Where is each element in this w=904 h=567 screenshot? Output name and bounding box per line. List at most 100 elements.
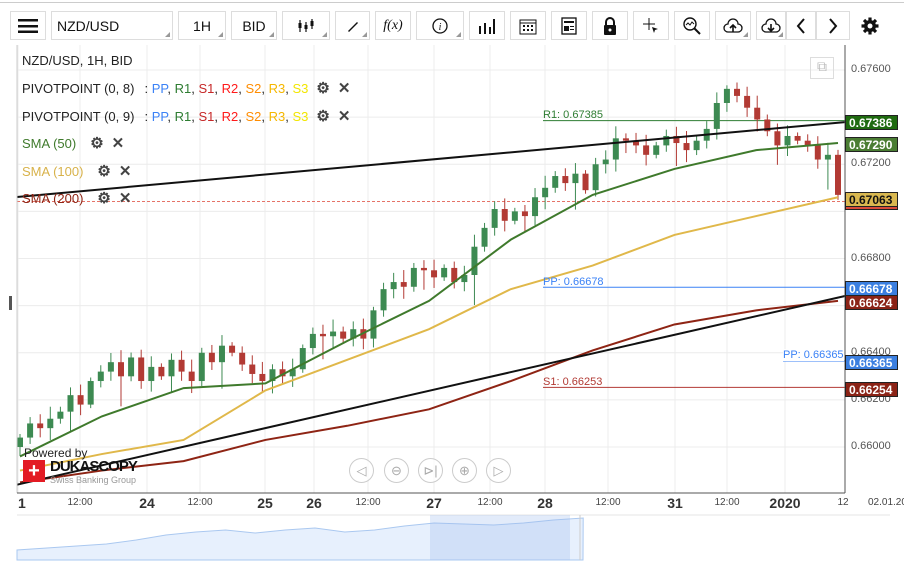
pivot-item-r3: R3 <box>268 108 286 124</box>
nav-forward-button[interactable]: ▷ <box>486 458 511 483</box>
candle-body <box>511 211 518 221</box>
dukascopy-logo: DUKASCOPY <box>50 458 138 475</box>
pp-level-label-2: PP: 0.66365 <box>783 349 844 361</box>
y-tick-label: 0.67600 <box>851 63 891 75</box>
price-label-sma50: 0.67290 <box>845 137 898 152</box>
popout-icon[interactable]: ⧉ <box>810 57 834 79</box>
chart-title: NZD/USD, 1H, BID <box>22 53 133 68</box>
candle-body <box>117 362 124 377</box>
candle-body <box>794 135 801 141</box>
pivot-item-s1: S1 <box>198 80 215 96</box>
candle-body <box>188 371 195 382</box>
candle-body <box>612 138 619 160</box>
candle-body <box>67 395 74 412</box>
pivot-item-r1: R1 <box>174 80 192 96</box>
candle-body <box>420 267 427 271</box>
zoom-out-button[interactable]: ⊖ <box>384 458 409 483</box>
legend-pivot-1: PIVOTPOINT (0, 8) : PP, R1, S1, R2, S2, R… <box>22 79 350 97</box>
candle-body <box>47 418 54 429</box>
skip-end-icon: ⊳| <box>423 462 438 478</box>
candle-body <box>622 138 629 141</box>
price-label-sma100: 0.67063 <box>845 192 898 207</box>
candle-body <box>128 357 135 377</box>
candle-body <box>835 154 841 195</box>
x-tick-label: 02.01.2020 <box>868 497 904 508</box>
x-tick-label: 2020 <box>769 495 801 511</box>
candle-body <box>249 364 256 374</box>
candle-body <box>713 102 720 129</box>
pivot-item-s1: S1 <box>198 108 215 124</box>
pivot-2-items: : PP, R1, S1, R2, S2, R3, S3 <box>144 108 309 124</box>
sma50-label: SMA (50) <box>22 135 77 151</box>
candle-body <box>532 197 539 217</box>
go-to-end-button[interactable]: ⊳| <box>418 458 443 483</box>
navigator-window <box>430 515 570 560</box>
zoom-in-button[interactable]: ⊕ <box>452 458 477 483</box>
x-tick-label: 12:00 <box>67 497 93 508</box>
candle-body <box>390 282 397 290</box>
triangle-right-icon: ▷ <box>493 462 504 478</box>
pivot-2-label: PIVOTPOINT (0, 9) <box>22 108 135 124</box>
candle-body <box>319 333 326 337</box>
candle-body <box>168 359 175 377</box>
gear-icon[interactable]: ⚙ <box>316 107 329 125</box>
nav-back-button[interactable]: ◁ <box>349 458 374 483</box>
dukascopy-tagline: Swiss Banking Group <box>50 475 137 485</box>
candle-body <box>37 423 44 429</box>
x-tick-label: 24 <box>139 495 155 511</box>
candle-body <box>542 187 549 198</box>
candle-body <box>239 352 246 365</box>
candle-body <box>784 135 791 146</box>
candle-body <box>410 267 417 287</box>
close-icon[interactable]: ✕ <box>338 107 351 125</box>
pivot-item-s2: S2 <box>245 108 262 124</box>
candle-body <box>814 145 821 160</box>
pivot-1-label: PIVOTPOINT (0, 8) <box>22 80 135 96</box>
close-icon[interactable]: ✕ <box>338 79 351 97</box>
candle-body <box>27 423 34 438</box>
pivot-1-items: : PP, R1, S1, R2, S2, R3, S3 <box>144 80 309 96</box>
candle-body <box>582 173 589 191</box>
close-icon[interactable]: ✕ <box>112 134 125 152</box>
gear-icon[interactable]: ⚙ <box>97 162 110 180</box>
candle-body <box>501 209 508 221</box>
zoom-out-icon: ⊖ <box>391 462 402 478</box>
pivot-item-r1: R1 <box>174 108 192 124</box>
candle-body <box>471 246 478 275</box>
candle-body <box>723 88 730 103</box>
candle-body <box>138 357 145 382</box>
dukascopy-logo-icon: + <box>23 460 45 482</box>
x-tick-label: 12:00 <box>714 497 740 508</box>
close-icon[interactable]: ✕ <box>119 162 132 180</box>
candle-body <box>218 345 225 363</box>
candle-body <box>734 88 741 96</box>
candle-body <box>330 331 337 337</box>
candle-body <box>400 282 407 287</box>
price-label-sma200: 0.66624 <box>845 295 898 310</box>
candle-body <box>653 145 660 155</box>
price-label-pp2: 0.66365 <box>845 355 898 370</box>
y-tick-label: 0.66800 <box>851 251 891 264</box>
candle-body <box>562 176 569 184</box>
x-tick-label: 26 <box>306 495 322 511</box>
resize-handle <box>9 296 12 310</box>
close-icon[interactable]: ✕ <box>119 189 132 207</box>
gear-icon[interactable]: ⚙ <box>90 134 103 152</box>
x-tick-label: 12 <box>837 497 849 508</box>
candle-body <box>431 270 438 278</box>
candle-body <box>552 176 559 188</box>
price-label-pp1: 0.66678 <box>845 281 898 296</box>
candle-body <box>17 437 23 447</box>
gear-icon[interactable]: ⚙ <box>316 79 329 97</box>
candle-body <box>148 366 155 382</box>
candle-body <box>158 366 165 377</box>
candle-body <box>774 131 781 146</box>
candle-body <box>744 95 751 108</box>
gear-icon[interactable]: ⚙ <box>97 189 110 207</box>
legend-sma100: SMA (100) ⚙ ✕ <box>22 162 131 180</box>
x-tick-label: 1 <box>18 495 26 511</box>
x-tick-label: 25 <box>257 495 273 511</box>
candle-body <box>198 352 205 382</box>
candle-body <box>441 267 448 278</box>
y-tick-label: 0.67200 <box>851 157 891 170</box>
